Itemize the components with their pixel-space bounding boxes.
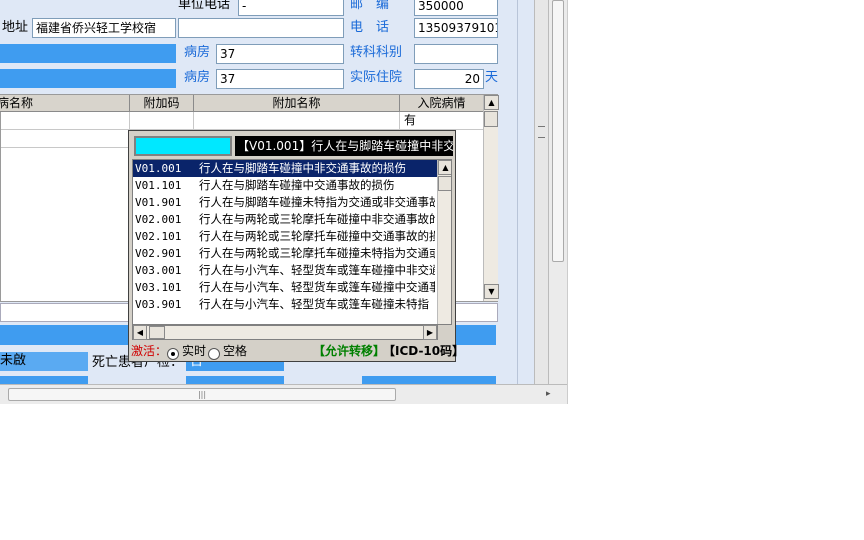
radio-realtime-icon[interactable] [167,345,179,365]
unit-phone-label: 单位电话 [178,0,231,12]
grid-cell[interactable] [1,130,130,148]
address-label: 地址 [2,20,29,35]
list-item[interactable]: V01.101 行人在与脚踏车碰撞中交通事故的损伤 [133,177,438,194]
list-horizontal-scrollbar[interactable]: ◀ ▶ [132,325,438,340]
actual-stay-field[interactable]: 20 [414,69,484,89]
icd-code-toggle[interactable]: 【ICD-10码】 [383,341,464,361]
blue-field-bar-2[interactable] [0,69,176,88]
grid-vertical-scrollbar[interactable]: ▲ ▼ [483,95,499,301]
ward-label-1: 病房 [184,45,211,60]
list-scroll-left-icon[interactable]: ◀ [133,325,147,340]
actual-stay-label: 实际住院 [350,70,403,85]
outer-scroll-thumb[interactable] [552,0,564,262]
grid-header-extra-code[interactable]: 附加码 [130,95,194,112]
radio-space-icon[interactable] [208,345,220,365]
horizontal-scrollbar[interactable]: ||| ▸ [0,384,567,404]
icd-search-input[interactable] [134,136,232,156]
postcode-field[interactable]: 350000 [414,0,498,16]
list-item[interactable]: V03.001行人在与小汽车、轻型货车或篷车碰撞中非交通事故 [133,262,438,279]
list-item[interactable]: V03.901 行人在与小汽车、轻型货车或篷车碰撞未特指 [133,296,438,313]
horizontal-scroll-thumb[interactable]: ||| [8,388,396,401]
address-extra-field[interactable] [178,18,344,38]
bottom-left-text: 未啟 [0,353,27,368]
blue-field-bar-1[interactable] [0,44,176,63]
option-space-label[interactable]: 空格 [223,341,247,361]
window-right-gutter [567,0,583,404]
scroll-up-icon[interactable]: ▲ [484,95,499,110]
phone-label: 电 话 [350,20,390,35]
option-realtime-label[interactable]: 实时 [182,341,206,361]
scroll-thumb[interactable] [484,111,498,127]
activate-label: 激活： [131,344,168,358]
grid-header-extra-name[interactable]: 附加名称 [194,95,400,112]
icd-code-list[interactable]: V01.001 行人在与脚踏车碰撞中非交通事故的损伤 V01.101 行人在与脚踏车… [132,159,452,325]
list-item[interactable]: V02.901行人在与两轮或三轮摩托车碰撞未特指为交通或非交通事故 [133,245,438,262]
list-scroll-thumb[interactable] [438,176,451,191]
unit-phone-field[interactable]: - [238,0,344,16]
list-vertical-scrollbar[interactable]: ▲ [437,160,451,324]
list-scroll-up-icon[interactable]: ▲ [438,160,451,175]
cut-field-3 [362,376,496,384]
transfer-dept-label: 转科科别 [350,45,403,60]
icd-lookup-popup[interactable]: 【V01.001】行人在与脚踏车碰撞中非交通事故的损伤 V01.001行人在与脚… [128,130,464,362]
grid-cell-admission-status[interactable]: 有 [400,112,484,130]
list-item[interactable]: V02.101 行人在与两轮或三轮摩托车碰撞中交通事故的损伤 [133,228,438,245]
ward-label-2: 病房 [184,70,211,85]
icd-selected-display: 【V01.001】行人在与脚踏车碰撞中非交通事故的损伤 [235,136,453,156]
list-item[interactable]: V03.101 行人在与小汽车、轻型货车或篷车碰撞中交通事故 [133,279,438,296]
transfer-dept-field[interactable] [414,44,498,64]
ward-field-2[interactable]: 37 [216,69,344,89]
medical-record-window: 单位电话 - 邮 编 350000 地址 福建省侨兴轻工学校宿 电 话 1350… [0,0,583,404]
phone-field[interactable]: 13509379101 [414,18,498,38]
cut-field-2 [186,376,284,384]
list-hscroll-thumb[interactable] [149,326,165,339]
list-item[interactable]: V01.901行人在与脚踏车碰撞未特指为交通或非交通事故的损伤 [133,194,438,211]
allow-transfer-toggle[interactable]: 【允许转移】 [313,341,385,361]
grid-cell[interactable] [1,112,130,130]
list-item[interactable]: V01.001 行人在与脚踏车碰撞中非交通事故的损伤 [133,160,438,177]
list-scroll-right-icon[interactable]: ▶ [423,325,437,340]
popup-footer: 激活： 实时 空格 【允许转移】 【ICD-10码】 [129,341,464,361]
scroll-right-icon[interactable]: ▸ [546,388,556,400]
ward-field-1[interactable]: 37 [216,44,344,64]
day-unit-label: 天 [485,70,499,85]
scroll-down-icon[interactable]: ▼ [484,284,499,299]
grid-cell[interactable] [194,112,400,130]
grid-cell[interactable] [130,112,194,130]
splitter-grip-icon [538,126,545,138]
splitter-bar[interactable] [534,0,549,384]
list-item[interactable]: V02.001行人在与两轮或三轮摩托车碰撞中非交通事故的损伤 [133,211,438,228]
address-field[interactable]: 福建省侨兴轻工学校宿 [32,18,176,38]
postcode-label: 邮 编 [350,0,390,12]
grid-header-admission-status[interactable]: 入院病情 [400,95,484,112]
cut-field-1 [0,376,88,384]
grid-header-disease-name[interactable]: 病名称 [0,95,130,112]
outer-vertical-scrollbar[interactable] [549,0,567,384]
